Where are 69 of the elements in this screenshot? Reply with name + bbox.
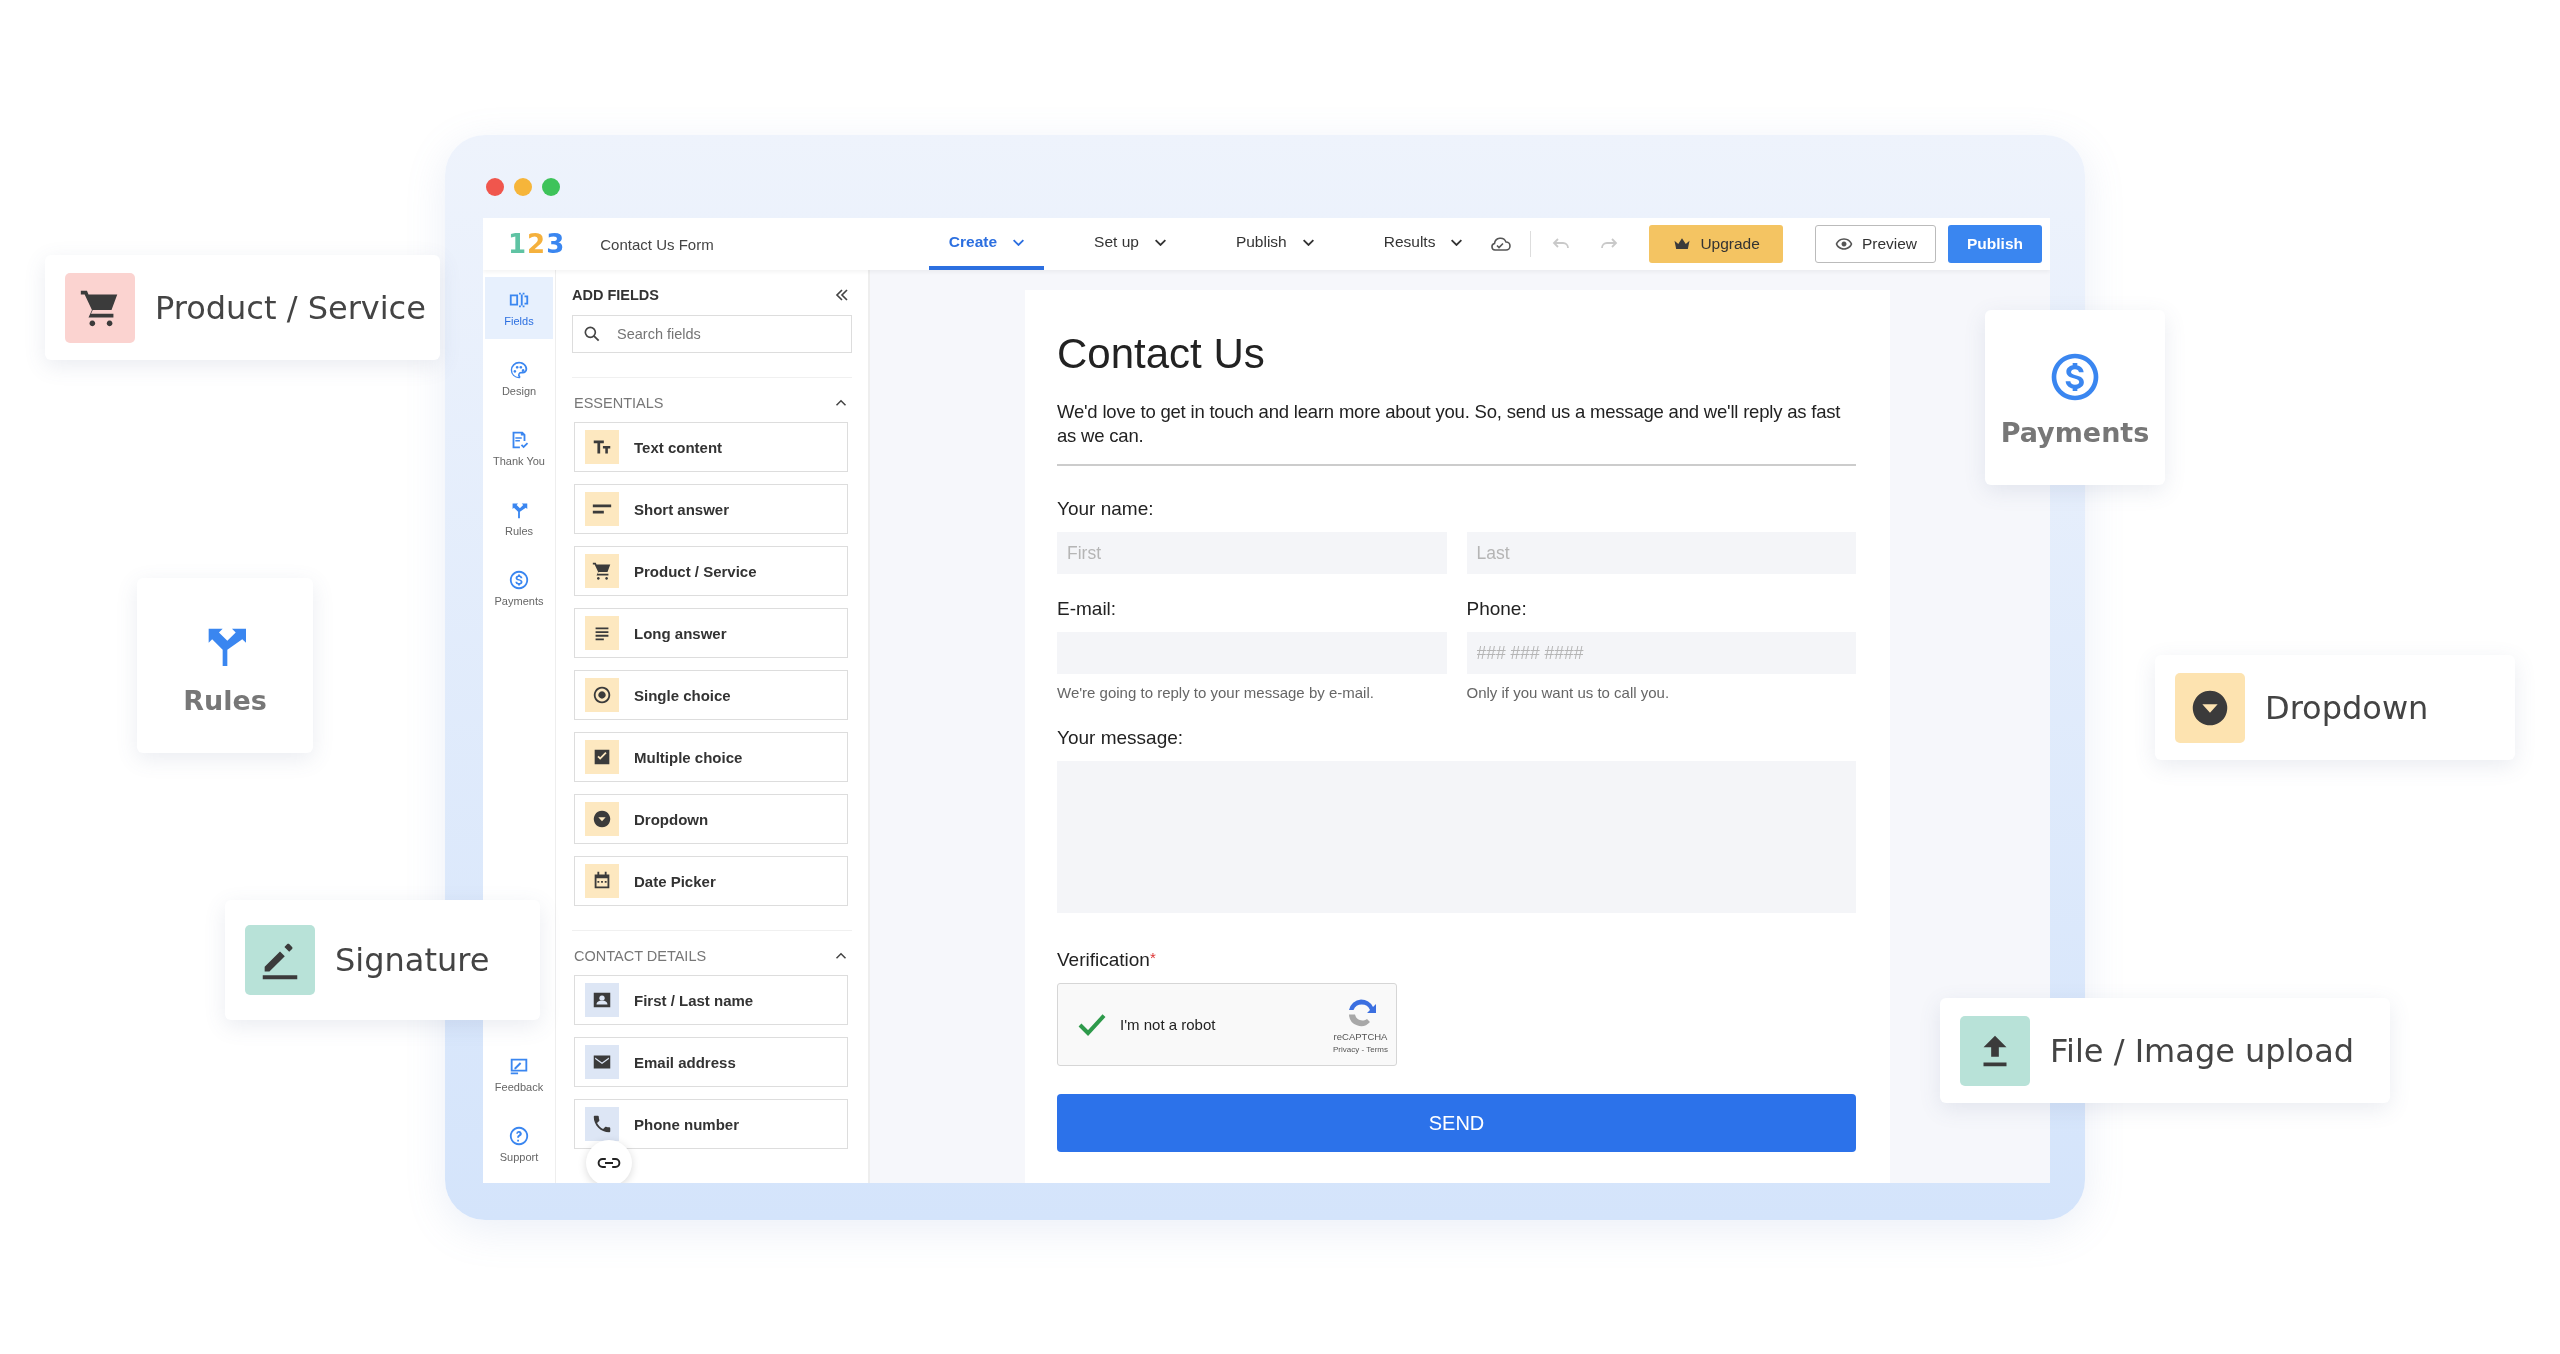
field-label: E-mail:: [1057, 598, 1118, 620]
rail-item[interactable]: Rules: [485, 487, 553, 549]
field-type-item[interactable]: Email address: [574, 1037, 848, 1087]
dollar-icon: [508, 569, 530, 591]
field-type-item[interactable]: Long answer: [574, 608, 848, 658]
field-type-item[interactable]: Phone number: [574, 1099, 848, 1149]
close-dot[interactable]: [486, 177, 504, 196]
form-title: Contact Us: [1057, 330, 1266, 378]
help-text: We're going to reply to your message by e-mail.: [1057, 684, 1375, 701]
field-type-item[interactable]: Short answer: [574, 484, 848, 534]
dropdown-icon: [591, 808, 613, 830]
last-name-field[interactable]: Last: [1466, 532, 1856, 574]
field-label: Verification: [1057, 949, 1150, 971]
feature-label: Signature: [335, 941, 490, 979]
chevron-down-icon: [1154, 238, 1166, 246]
captcha-links[interactable]: Privacy - Terms: [1333, 1045, 1388, 1054]
panel-title: ADD FIELDS: [572, 287, 659, 303]
rail-item[interactable]: Fields: [485, 277, 553, 339]
field-type-item[interactable]: Date Picker: [574, 856, 848, 906]
rail-item[interactable]: Design: [485, 347, 553, 409]
link-button[interactable]: [586, 1140, 632, 1183]
form-description: We'd love to get in touch and learn more about you. So, send us a message and we'll reply as fast as we can.: [1057, 400, 1842, 448]
feature-label: Dropdown: [2265, 688, 2429, 727]
send-button[interactable]: SEND: [1057, 1094, 1856, 1152]
preview-button[interactable]: Preview: [1814, 225, 1936, 263]
field-type-item[interactable]: Product / Service: [574, 546, 848, 596]
help-text: Only if you want us to call you.: [1466, 684, 1671, 701]
field-label: Your message:: [1057, 727, 1185, 749]
form-name: Contact Us Form: [600, 235, 714, 253]
menu-tab[interactable]: Set up: [1074, 218, 1186, 270]
chevron-down-icon: [1451, 238, 1463, 246]
logo[interactable]: 123: [508, 229, 566, 259]
field-type-item[interactable]: First / Last name: [574, 975, 848, 1025]
menu-tab[interactable]: Results: [1363, 218, 1483, 270]
search-field[interactable]: Search fields: [572, 315, 852, 353]
feature-label: Product / Service: [155, 288, 426, 327]
cart-icon: [591, 560, 613, 582]
help-icon: [508, 1125, 530, 1147]
section-title: CONTACT DETAILS: [574, 948, 707, 964]
field-type-item[interactable]: Single choice: [574, 670, 848, 720]
field-label: Phone:: [1466, 598, 1528, 620]
rail-item[interactable]: Payments: [485, 557, 553, 619]
phone-icon: [591, 1113, 613, 1135]
field-type-item[interactable]: Dropdown: [574, 794, 848, 844]
field-type-item[interactable]: Multiple choice: [574, 732, 848, 782]
rail-item[interactable]: Feedback: [485, 1043, 553, 1105]
first-name-field[interactable]: First: [1057, 532, 1447, 574]
upgrade-button[interactable]: Upgrade: [1649, 225, 1783, 263]
maximize-dot[interactable]: [542, 177, 560, 196]
chevron-down-icon: [1302, 238, 1314, 246]
captcha-brand: reCAPTCHA: [1333, 1031, 1388, 1042]
menu-tab[interactable]: Publish: [1215, 218, 1334, 270]
publish-button[interactable]: Publish: [1948, 225, 2042, 263]
feature-label: Payments: [2000, 417, 2150, 448]
palette-icon: [508, 359, 530, 381]
link-icon: [596, 1155, 622, 1171]
required-mark: *: [1149, 949, 1156, 966]
minimize-dot[interactable]: [514, 177, 532, 196]
phone-field[interactable]: ### ### ####: [1466, 632, 1856, 674]
field-label: Your name:: [1057, 498, 1155, 520]
rail-item[interactable]: Support: [485, 1113, 553, 1175]
rail-item[interactable]: Thank You: [485, 417, 553, 479]
section-title: ESSENTIALS: [574, 395, 664, 411]
captcha-label: I'm not a robot: [1120, 1016, 1216, 1033]
feature-label: File / Image upload: [2050, 1031, 2355, 1070]
chevron-down-icon: [1013, 238, 1025, 246]
feature-label: Rules: [183, 685, 267, 716]
field-type-item[interactable]: Text content: [574, 422, 848, 472]
radio-icon: [591, 684, 613, 706]
